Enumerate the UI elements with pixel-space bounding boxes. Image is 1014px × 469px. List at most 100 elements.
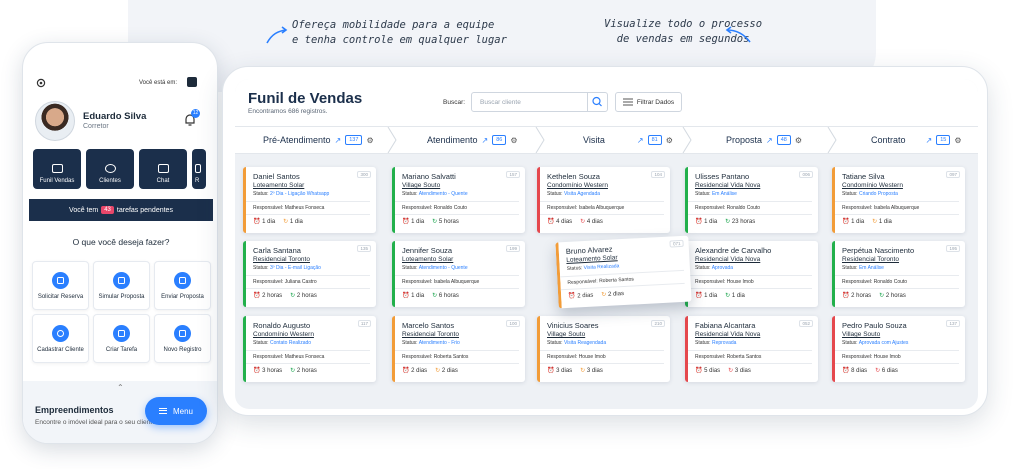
lead-status: Status: 2º Dia - Ligação Whatsapp [253,191,376,197]
time-row: ⏰ 1 dia ↻ 6 horas [402,292,525,299]
clock-icon: ⏰ [568,293,578,300]
project-link[interactable]: Residencial Vida Nova [695,182,818,189]
simular-proposta-button[interactable]: Simular Proposta [93,261,150,310]
external-link-icon[interactable]: ↗ [926,136,933,145]
divider [835,214,959,215]
update-value: 1 dia [878,219,892,225]
stage-visita[interactable]: Visita ↗ 81 ⚙ [583,127,673,153]
responsible: Responsável: Isabela Albuquerque [402,279,525,285]
stage-contrato[interactable]: Contrato ↗ 15 ⚙ [871,127,962,153]
search-button[interactable] [587,93,607,111]
criar-tarefa-button[interactable]: Criar Tarefa [93,314,150,363]
tile-more[interactable]: R [192,149,206,189]
lead-card[interactable]: Kethelen Souza Condomínio Western Status: … [537,167,670,233]
project-link[interactable]: Condomínio Western [547,182,670,189]
lead-card[interactable]: Tatiane Silva Condomínio Western Status: C… [832,167,965,233]
responsible: Responsável: House Imob [695,279,818,285]
update-time: ↻ 1 dia [283,218,303,225]
stage-proposta[interactable]: Proposta ↗ 48 ⚙ [726,127,802,153]
filter-button[interactable]: Filtrar Dados [615,92,682,112]
lead-card[interactable]: Ronaldo Augusto Condomínio Western Status:… [243,316,376,382]
elapsed-value: 3 dias [556,368,573,374]
project-link[interactable]: Loteamento Solar [402,256,525,263]
lead-card[interactable]: Vinicius Soares Village Souto Status: Visi… [537,316,670,382]
solicitar-reserva-button[interactable]: Solicitar Reserva [32,261,89,310]
lead-card[interactable]: Jennifer Souza Loteamento Solar Status: At… [392,241,525,307]
elapsed-time: ⏰ 2 dias [402,367,427,374]
lead-card[interactable]: Perpétua Nascimento Residencial Toronto St… [832,241,965,307]
project-link[interactable]: Condomínio Western [253,331,376,338]
novo-registro-button[interactable]: Novo Registro [154,314,211,363]
lead-card[interactable]: Ulisses Pantano Residencial Vida Nova Stat… [685,167,818,233]
project-link[interactable]: Condomínio Western [842,182,965,189]
external-link-icon[interactable]: ↗ [482,136,489,145]
responsible-label: Responsável: [402,205,434,211]
card-id: 006 [799,171,813,178]
enviar-proposta-button[interactable]: Enviar Proposta [154,261,211,310]
update-value: 5 horas [438,219,459,225]
avatar[interactable] [35,101,75,141]
project-link[interactable]: Residencial Toronto [253,256,376,263]
chevron-up-icon[interactable]: ⌃ [117,383,124,392]
project-link[interactable]: Residencial Toronto [842,256,965,263]
tile-chat[interactable]: Chat [139,149,187,189]
gear-icon[interactable]: ⚙ [366,136,373,145]
lead-card[interactable]: Fabiana Alcantara Residencial Vida Nova St… [685,316,818,382]
lead-card[interactable]: Pedro Paulo Souza Village Souto Status: Ap… [832,316,965,382]
lead-card[interactable]: Daniel Santos Loteamento Solar Status: 2º … [243,167,376,233]
status-label: Status: [253,265,270,271]
external-link-icon[interactable]: ↗ [637,136,644,145]
lead-card[interactable]: Marcelo Santos Residencial Toronto Status:… [392,316,525,382]
card-id: 195 [946,245,960,252]
external-link-icon[interactable]: ↗ [766,136,773,145]
gear-icon[interactable]: ⚙ [666,136,673,145]
status-label: Status: [695,191,712,197]
card-id: 300 [357,171,371,178]
update-time: ↻ 2 dias [601,290,624,298]
project-link[interactable]: Residencial Toronto [402,331,525,338]
lead-card[interactable]: Carla Santana Residencial Toronto Status: … [243,241,376,307]
card-id: 135 [357,245,371,252]
stage-atendimento[interactable]: Atendimento ↗ 86 ⚙ [427,127,518,153]
page-title: Funil de Vendas [248,90,363,107]
refresh-icon: ↻ [580,368,587,374]
project-link[interactable]: Village Souto [842,331,965,338]
status-value: Reprovada [711,340,737,346]
external-link-icon[interactable]: ↗ [335,136,342,145]
status-value: Visita Agendada [563,191,601,197]
gear-icon[interactable] [35,77,47,89]
update-time: ↻ 3 dias [728,367,751,374]
responsible-name: Isabela Albuquerque [433,279,480,285]
lead-card[interactable]: Alexandre de Carvalho Residencial Vida No… [685,241,818,307]
pending-tasks-banner[interactable]: Você tem 43 tarefas pendentes [29,199,213,221]
elapsed-value: 2 horas [851,293,872,299]
menu-button[interactable]: Menu [145,397,207,425]
project-link[interactable]: Village Souto [402,182,525,189]
gear-icon[interactable]: ⚙ [795,136,802,145]
elapsed-value: 1 dia [411,293,425,299]
funnel-icon [51,164,63,173]
gear-icon[interactable]: ⚙ [954,136,961,145]
responsible-label: Responsável: [547,205,579,211]
lead-status: Status: Em Análise [695,191,818,197]
gear-icon[interactable]: ⚙ [510,136,517,145]
company-logo[interactable] [187,77,197,87]
card-id: 071 [669,239,684,248]
lead-card[interactable]: Bruno Alvarez Loteamento Solar Status: Vis… [555,235,692,309]
stage-pre-atendimento[interactable]: Pré-Atendimento ↗ 137 ⚙ [263,127,374,153]
cadastrar-cliente-button[interactable]: Cadastrar Cliente [32,314,89,363]
stage-name: Atendimento [427,135,478,145]
tile-funil-vendas[interactable]: Funil Vendas [33,149,81,189]
project-link[interactable]: Loteamento Solar [253,182,376,189]
lead-card[interactable]: Mariano Salvatti Village Souto Status: Ate… [392,167,525,233]
elapsed-value: 2 dias [411,368,428,374]
responsible-name: Roberta Santos [598,276,634,285]
desktop-frame: Funil de Vendas Encontramos 686 registro… [222,66,988,416]
project-link[interactable]: Village Souto [547,331,670,338]
project-link[interactable]: Residencial Vida Nova [695,256,818,263]
project-link[interactable]: Residencial Vida Nova [695,331,818,338]
stage-name: Pré-Atendimento [263,135,331,145]
tile-clientes[interactable]: Clientes [86,149,134,189]
responsible-label: Responsável: [695,279,727,285]
search-input[interactable]: Buscar cliente [471,92,608,112]
